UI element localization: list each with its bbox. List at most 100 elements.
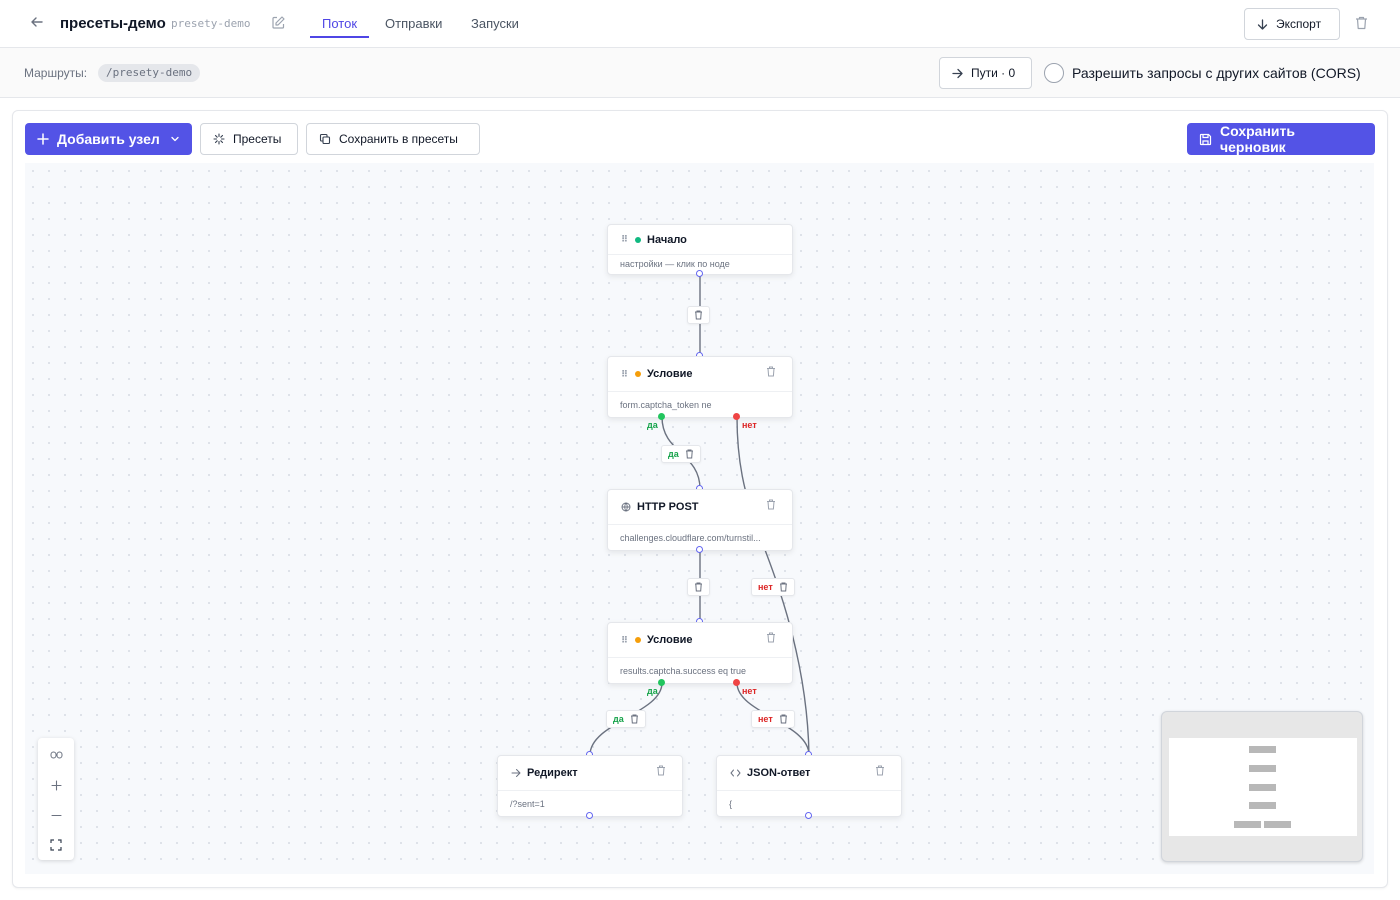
edge-http-condition2-chip — [687, 578, 710, 596]
trash-icon[interactable] — [779, 714, 788, 724]
node-start[interactable]: ⠿ Начало настройки — клик по ноде — [607, 224, 793, 275]
routes-bar: Маршруты: /presety-demo Пути · 0 Разреши… — [0, 48, 1400, 98]
back-arrow-icon[interactable] — [30, 15, 48, 33]
yes-handle-label: да — [647, 420, 658, 430]
node-condition1[interactable]: ⠿ Условие form.captcha_token ne — [607, 356, 793, 418]
flow-canvas[interactable]: ⠿ Начало настройки — клик по ноде ⠿ Усло… — [25, 163, 1374, 874]
floppy-disk-icon — [1199, 133, 1212, 146]
status-dot — [635, 637, 642, 643]
edge-condition2-redirect-chip: да — [606, 710, 646, 728]
node-json-header: JSON-ответ — [717, 756, 901, 790]
tab-submissions[interactable]: Отправки — [385, 0, 442, 48]
paths-button[interactable]: Пути · 0 — [939, 57, 1032, 89]
node-json-title: JSON-ответ — [747, 767, 811, 779]
presets-label: Пресеты — [233, 132, 282, 146]
edge-condition1-json-chip: нет — [751, 578, 795, 596]
cors-checkbox[interactable] — [1044, 63, 1064, 83]
trash-icon[interactable] — [766, 632, 776, 646]
fit-view-icon[interactable] — [38, 830, 74, 860]
minimap[interactable] — [1161, 711, 1363, 862]
edge-condition1-http-chip: да — [661, 445, 701, 463]
zoom-out-icon[interactable] — [38, 800, 74, 830]
canvas-controls — [38, 738, 74, 860]
node-start-title: Начало — [647, 233, 687, 246]
export-button[interactable]: Экспорт — [1244, 8, 1340, 40]
arrow-down-icon — [1257, 18, 1268, 30]
add-node-button[interactable]: Добавить узел — [25, 123, 192, 155]
node-http-header: HTTP POST — [608, 490, 792, 524]
node-condition2-title: Условие — [647, 634, 693, 646]
edge-yes-label: да — [613, 714, 624, 724]
edge-condition2-json-chip: нет — [751, 710, 795, 728]
chevron-down-icon — [170, 134, 180, 144]
presets-button[interactable]: Пресеты — [200, 123, 298, 155]
node-redirect-output-handle[interactable] — [586, 812, 593, 819]
paths-label: Пути · 0 — [971, 66, 1016, 80]
add-node-label: Добавить узел — [57, 131, 160, 147]
node-start-output-handle[interactable] — [696, 270, 703, 277]
globe-icon — [621, 502, 631, 512]
minimap-node — [1249, 802, 1276, 809]
minimap-node — [1234, 821, 1261, 828]
link-icon[interactable] — [38, 740, 74, 770]
sparkle-icon — [213, 133, 225, 145]
top-bar: пресеты-демо presety-demo Поток Отправки… — [0, 0, 1400, 48]
node-json[interactable]: JSON-ответ { — [716, 755, 902, 817]
zoom-in-icon[interactable] — [38, 770, 74, 800]
node-condition2-header: ⠿ Условие — [608, 623, 792, 657]
copy-icon — [319, 133, 331, 145]
trash-icon[interactable] — [694, 310, 703, 320]
node-start-header: ⠿ Начало — [608, 225, 792, 254]
node-condition1-title: Условие — [647, 368, 693, 380]
node-condition1-no-handle[interactable] — [733, 413, 740, 420]
node-condition1-subtitle: form.captcha_token ne — [608, 391, 792, 417]
node-http-title: HTTP POST — [637, 501, 699, 513]
trash-icon[interactable] — [630, 714, 639, 724]
node-condition1-yes-handle[interactable] — [658, 413, 665, 420]
page-title: пресеты-демо — [60, 15, 166, 32]
node-redirect-title: Редирект — [527, 767, 578, 779]
arrow-right-icon — [511, 768, 521, 778]
cors-label[interactable]: Разрешить запросы с других сайтов (CORS) — [1072, 65, 1361, 81]
edit-icon[interactable] — [271, 15, 286, 35]
node-condition2-yes-handle[interactable] — [658, 679, 665, 686]
node-condition2-no-handle[interactable] — [733, 679, 740, 686]
route-chip[interactable]: /presety-demo — [98, 64, 201, 82]
edge-yes-label: да — [668, 449, 679, 459]
trash-icon[interactable] — [875, 765, 885, 779]
save-to-presets-button[interactable]: Сохранить в пресеты — [306, 123, 480, 155]
node-redirect-header: Редирект — [498, 756, 682, 790]
node-http[interactable]: HTTP POST challenges.cloudflare.com/turn… — [607, 489, 793, 551]
trash-icon[interactable] — [1355, 16, 1368, 30]
yes-handle-label: да — [647, 686, 658, 696]
minimap-viewport — [1169, 738, 1357, 836]
trash-icon[interactable] — [766, 499, 776, 513]
node-http-output-handle[interactable] — [696, 546, 703, 553]
trash-icon[interactable] — [656, 765, 666, 779]
no-handle-label: нет — [742, 420, 757, 430]
drag-handle-icon[interactable]: ⠿ — [621, 369, 628, 380]
status-dot — [635, 236, 642, 243]
trash-icon[interactable] — [766, 366, 776, 380]
node-json-output-handle[interactable] — [805, 812, 812, 819]
tab-runs[interactable]: Запуски — [471, 0, 519, 48]
minimap-node — [1264, 821, 1291, 828]
node-condition2[interactable]: ⠿ Условие results.captcha.success eq tru… — [607, 622, 793, 684]
trash-icon[interactable] — [779, 582, 788, 592]
no-handle-label: нет — [742, 686, 757, 696]
node-redirect[interactable]: Редирект /?sent=1 — [497, 755, 683, 817]
trash-icon[interactable] — [685, 449, 694, 459]
code-icon — [730, 768, 741, 778]
drag-handle-icon[interactable]: ⠿ — [621, 234, 628, 245]
drag-handle-icon[interactable]: ⠿ — [621, 635, 628, 646]
edge-no-label: нет — [758, 714, 773, 724]
save-to-presets-label: Сохранить в пресеты — [339, 132, 458, 146]
tab-flow[interactable]: Поток — [309, 0, 370, 48]
trash-icon[interactable] — [694, 582, 703, 592]
minimap-node — [1249, 746, 1276, 753]
minimap-node — [1249, 765, 1276, 772]
page-slug: presety-demo — [171, 17, 251, 30]
export-label: Экспорт — [1276, 17, 1322, 31]
node-condition2-subtitle: results.captcha.success eq true — [608, 657, 792, 683]
save-draft-button[interactable]: Сохранить черновик — [1187, 123, 1375, 155]
